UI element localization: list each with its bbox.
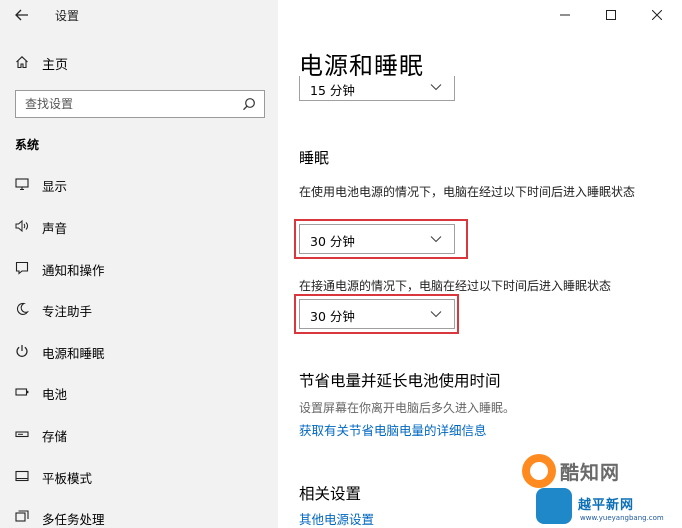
multitask-icon [15,510,29,524]
sidebar-item-label: 显示 [42,179,68,194]
chevron-down-icon [430,235,442,243]
minimize-button[interactable] [542,0,588,30]
sidebar-item-label: 存储 [42,429,68,444]
search-icon[interactable] [242,97,256,111]
search-box [15,90,265,118]
watermark-logo-2 [536,488,572,524]
sidebar-item-label: 多任务处理 [42,512,105,527]
storage-icon [15,427,29,441]
sidebar-item-tablet-mode[interactable]: 平板模式 [0,459,278,493]
screen-timeout-dropdown[interactable]: 15 分钟 [299,76,455,101]
related-settings-heading: 相关设置 [299,485,362,503]
battery-icon [15,385,29,399]
sidebar-item-label: 主页 [42,58,69,73]
watermark-text: 酷知网 [560,462,621,484]
sidebar-item-sound[interactable]: 声音 [0,209,278,243]
back-arrow-icon [15,9,28,21]
watermark-text-2: 越平新网 [578,498,635,513]
titlebar-left: 设置 [0,0,278,30]
sidebar: 设置 主页 系统 显示 声音 通知和操作 专注助手 [0,0,278,528]
watermark: 酷知网 越平新网 www.yueyangbang.com [512,448,682,528]
sidebar-item-multitasking[interactable]: 多任务处理 [0,500,278,528]
sidebar-item-battery[interactable]: 电池 [0,375,278,409]
sidebar-item-notifications[interactable]: 通知和操作 [0,251,278,285]
sidebar-item-label: 电源和睡眠 [42,346,105,361]
watermark-url: www.yueyangbang.com [580,514,664,522]
speaker-icon [15,219,29,233]
sleep-battery-description: 在使用电池电源的情况下，电脑在经过以下时间后进入睡眠状态 [299,185,636,199]
sidebar-item-label: 声音 [42,221,68,236]
dropdown-value: 30 分钟 [310,309,355,324]
sidebar-item-label: 通知和操作 [42,263,105,278]
dropdown-value: 15 分钟 [310,83,355,98]
moon-icon [15,302,29,316]
sidebar-item-label: 专注助手 [42,304,93,319]
home-icon [15,55,29,69]
back-button[interactable] [8,3,36,27]
app-title: 设置 [55,9,80,23]
window-controls [542,0,682,30]
dropdown-value: 30 分钟 [310,234,355,249]
section-heading: 系统 [15,138,40,152]
sidebar-item-storage[interactable]: 存储 [0,417,278,451]
sidebar-item-focus-assist[interactable]: 专注助手 [0,292,278,326]
sidebar-item-power-sleep[interactable]: 电源和睡眠 [0,334,278,368]
chevron-down-icon [430,310,442,318]
other-power-settings-link[interactable]: 其他电源设置 [299,509,374,528]
close-icon [652,10,662,20]
minimize-icon [560,14,570,16]
sleep-battery-dropdown[interactable]: 30 分钟 [299,224,455,254]
sidebar-item-label: 平板模式 [42,471,93,486]
sleep-plugged-dropdown[interactable]: 30 分钟 [299,299,455,329]
search-input[interactable] [16,91,236,117]
sidebar-item-home[interactable]: 主页 [0,48,278,78]
close-button[interactable] [634,0,680,30]
save-power-heading: 节省电量并延长电池使用时间 [299,372,501,390]
power-icon [15,344,29,358]
sleep-heading: 睡眠 [299,149,330,167]
chevron-down-icon [430,83,442,91]
notification-icon [15,261,29,275]
watermark-logo [522,454,556,488]
save-power-description: 设置屏幕在你离开电脑后多久进入睡眠。 [299,401,516,415]
sidebar-item-label: 电池 [42,387,68,402]
tablet-icon [15,469,29,483]
maximize-button[interactable] [588,0,634,30]
monitor-icon [15,177,29,191]
save-power-link[interactable]: 获取有关节省电脑电量的详细信息 [299,420,487,439]
sidebar-item-display[interactable]: 显示 [0,167,278,201]
maximize-icon [606,10,616,20]
